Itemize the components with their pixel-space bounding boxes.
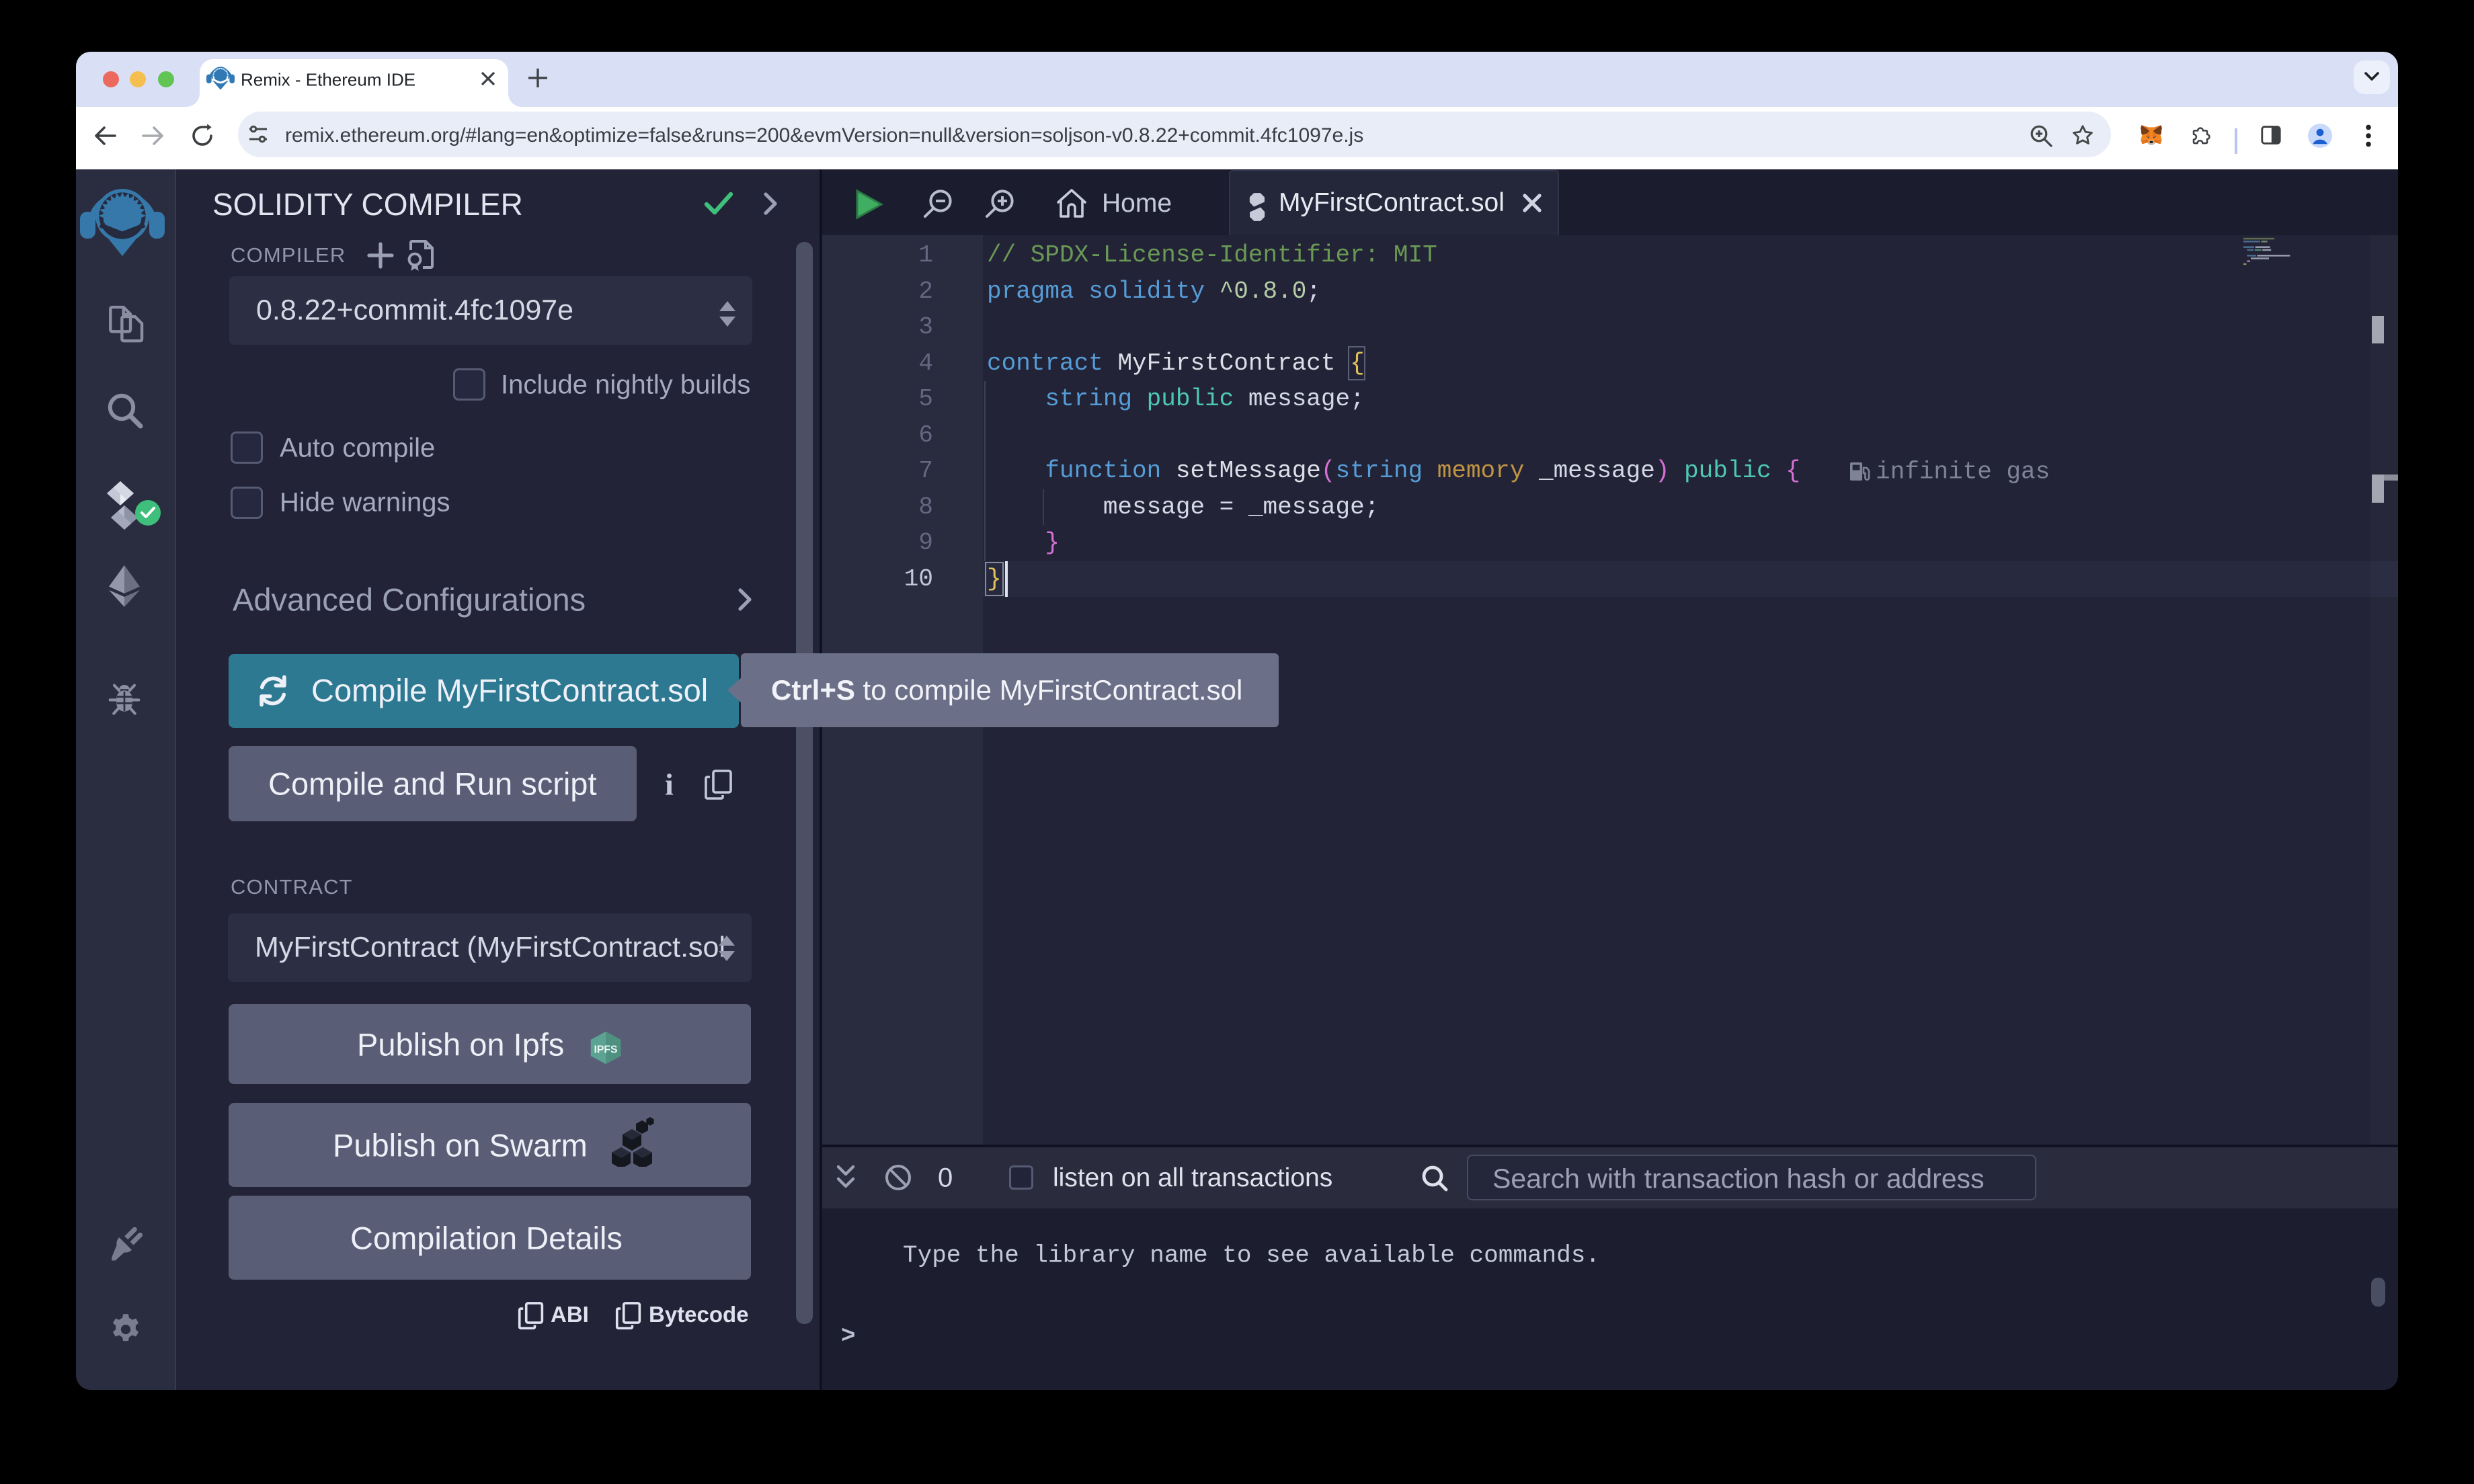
svg-text:IPFS: IPFS bbox=[594, 1044, 617, 1055]
